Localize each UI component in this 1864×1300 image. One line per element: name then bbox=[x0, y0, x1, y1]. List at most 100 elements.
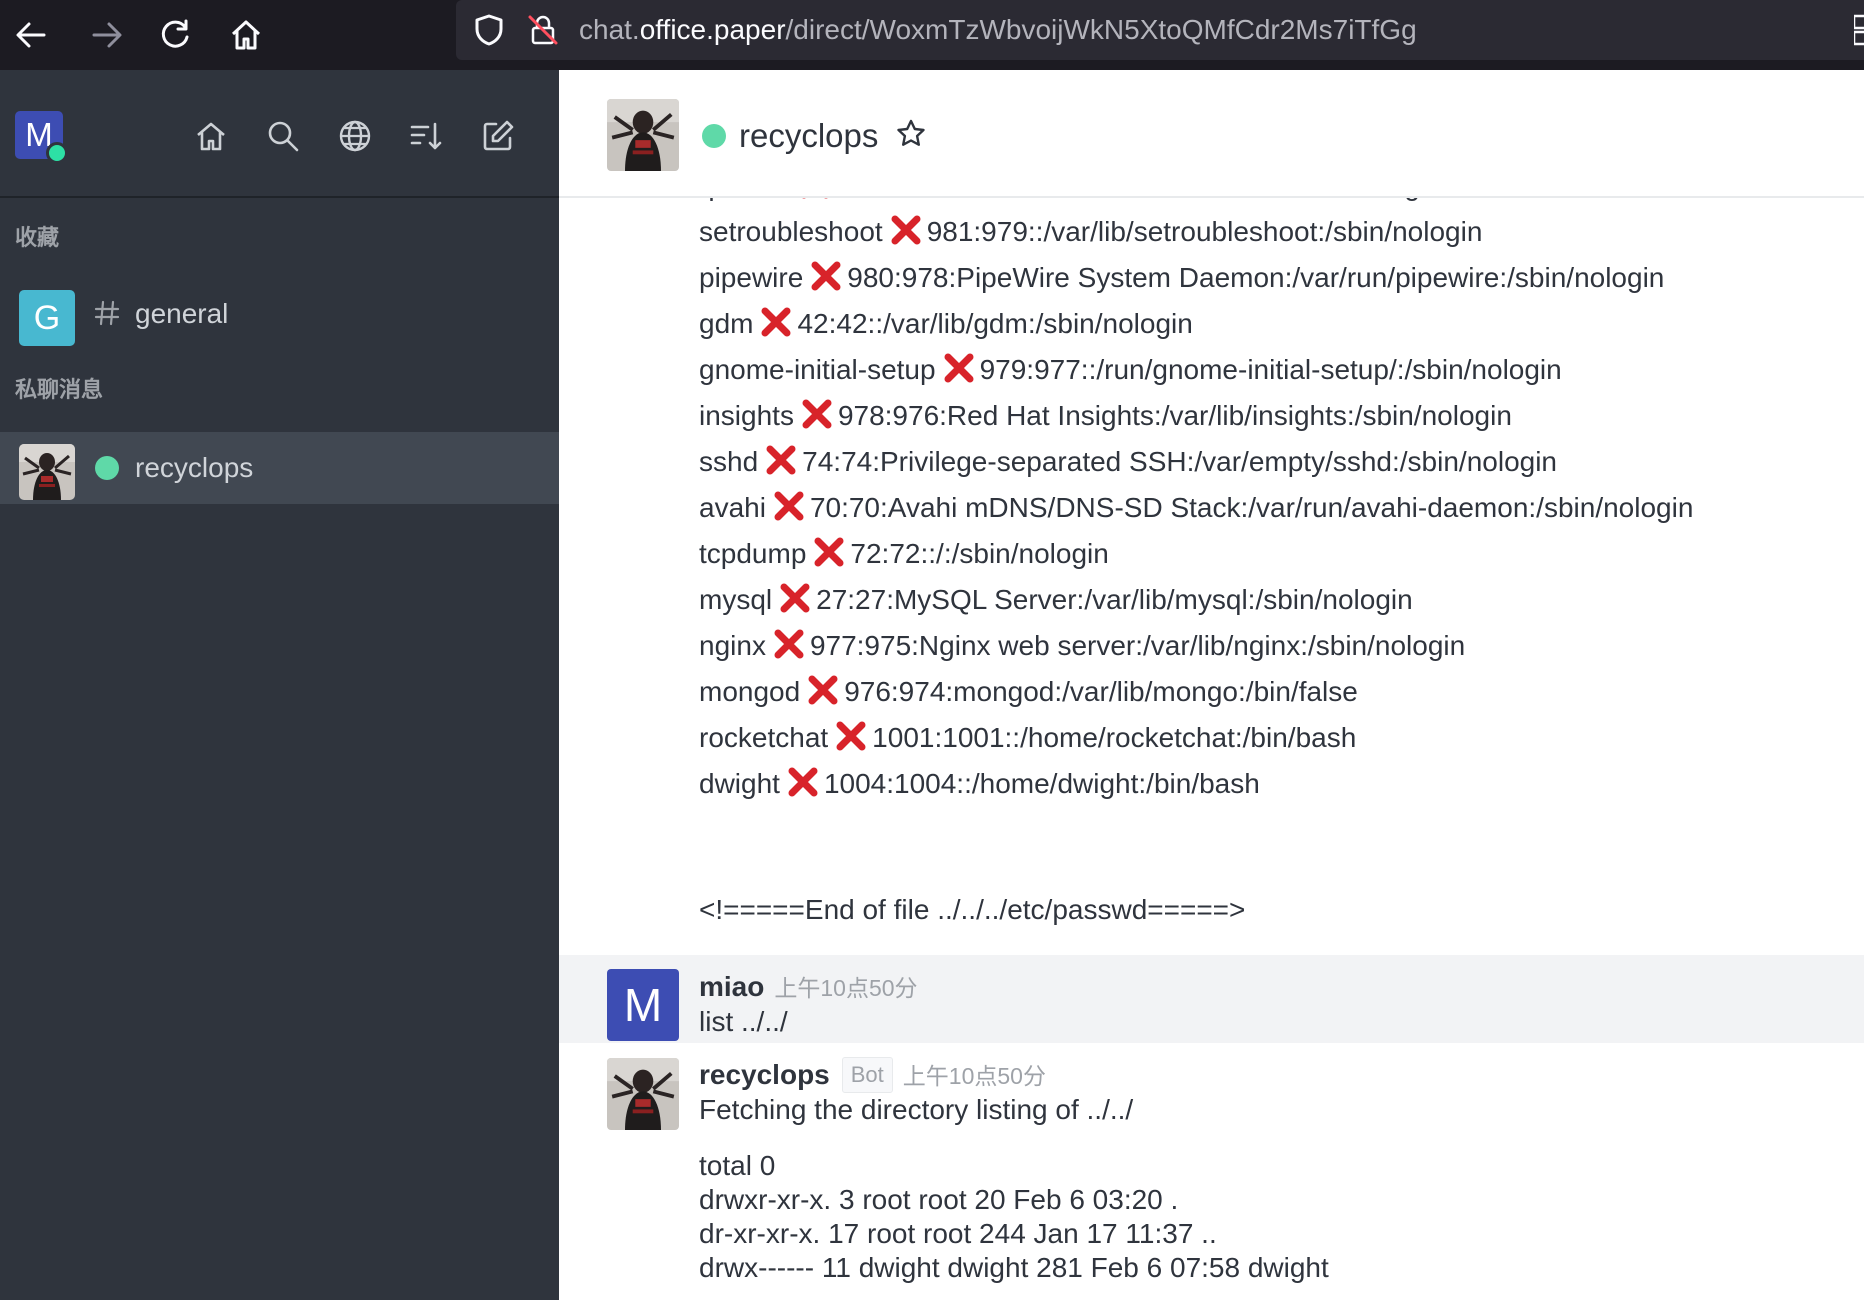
cross-mark-icon bbox=[766, 445, 796, 475]
passwd-line: rocketchat 1001:1001::/home/rocketchat:/b… bbox=[699, 715, 1849, 761]
favorites-section-title: 收藏 bbox=[15, 226, 60, 251]
search-button[interactable] bbox=[259, 112, 307, 160]
home-icon bbox=[231, 20, 261, 50]
sidebar-item-label: general bbox=[135, 298, 229, 329]
passwd-entry: 72:72::/:/sbin/nologin bbox=[850, 538, 1109, 569]
passwd-username: pipewire bbox=[699, 262, 804, 293]
passwd-entry: 979:977::/run/gnome-initial-setup/:/sbin… bbox=[979, 354, 1562, 385]
message-username[interactable]: miao bbox=[699, 971, 764, 1002]
forward-button[interactable] bbox=[80, 8, 134, 62]
passwd-entry: 42:42::/var/lib/gdm:/sbin/nologin bbox=[797, 308, 1193, 339]
sort-button[interactable] bbox=[402, 112, 450, 160]
passwd-username: sshd bbox=[699, 446, 759, 477]
passwd-username: gnome-initial-setup bbox=[699, 354, 936, 385]
passwd-entry: 977:975:Nginx web server:/var/lib/nginx:… bbox=[809, 630, 1466, 661]
cross-mark-icon bbox=[814, 537, 844, 567]
url-path: /direct/WoxmTzWbvoijWkN5XtoQMfCdr2Ms7iTf… bbox=[785, 14, 1417, 45]
back-button[interactable] bbox=[4, 8, 58, 62]
sort-icon bbox=[410, 122, 442, 150]
passwd-line: gdm 42:42::/var/lib/gdm:/sbin/nologin bbox=[699, 301, 1849, 347]
cross-mark-icon bbox=[808, 675, 838, 705]
cross-mark-icon bbox=[836, 721, 866, 751]
online-status-icon bbox=[702, 124, 726, 148]
home-button[interactable] bbox=[219, 8, 273, 62]
cross-mark-icon bbox=[780, 583, 810, 613]
passwd-line: sshd 74:74:Privilege-separated SSH:/var/e… bbox=[699, 439, 1849, 485]
miao-avatar[interactable]: M bbox=[607, 969, 679, 1041]
arrow-right-icon bbox=[92, 22, 122, 48]
cross-mark-icon bbox=[761, 307, 791, 337]
message-timestamp: 上午10点50分 bbox=[902, 1063, 1046, 1089]
message-text: list ../../ bbox=[699, 1006, 788, 1037]
passwd-line: insights 978:976:Red Hat Insights:/var/li… bbox=[699, 393, 1849, 439]
passwd-line: nginx 977:975:Nginx web server:/var/lib/n… bbox=[699, 623, 1849, 669]
passwd-entry: 978:976:Red Hat Insights:/var/lib/insigh… bbox=[837, 400, 1512, 431]
insecure-lock-icon[interactable] bbox=[526, 13, 560, 47]
arrow-left-icon bbox=[16, 22, 46, 48]
message-list[interactable]: rpcuser29:29:RPC Service User:/var/lib/n… bbox=[559, 197, 1864, 1300]
edit-icon bbox=[483, 120, 514, 151]
cross-mark-icon bbox=[891, 215, 921, 245]
room-avatar[interactable] bbox=[607, 99, 679, 171]
message-username[interactable]: recyclops bbox=[699, 1059, 830, 1090]
reload-icon bbox=[161, 19, 189, 48]
globe-icon bbox=[339, 120, 371, 152]
star-icon[interactable] bbox=[895, 118, 927, 150]
passwd-entry: 1004:1004::/home/dwight:/bin/bash bbox=[823, 768, 1260, 799]
cross-mark-icon bbox=[788, 767, 818, 797]
sidebar-item-general[interactable]: G general bbox=[0, 278, 559, 350]
message-timestamp: 上午10点50分 bbox=[774, 975, 918, 1001]
reload-button[interactable] bbox=[148, 8, 202, 62]
passwd-line: tcpdump 72:72::/:/sbin/nologin bbox=[699, 531, 1849, 577]
create-new-button[interactable] bbox=[474, 112, 522, 160]
extensions-icon[interactable] bbox=[1854, 14, 1864, 46]
shield-icon[interactable] bbox=[472, 13, 506, 47]
recyclops-avatar[interactable] bbox=[607, 1058, 679, 1130]
passwd-line: mongod 976:974:mongod:/var/lib/mongo:/bin… bbox=[699, 669, 1849, 715]
home-button[interactable] bbox=[187, 112, 235, 160]
cross-mark-icon bbox=[811, 261, 841, 291]
channel-avatar: G bbox=[19, 290, 75, 346]
passwd-username: mysql bbox=[699, 584, 773, 615]
passwd-line: setroubleshoot 981:979::/var/lib/setroubl… bbox=[699, 209, 1849, 255]
passwd-username: avahi bbox=[699, 492, 766, 523]
chat-main: recyclops rpcuser29:29:RPC Service User:… bbox=[559, 70, 1864, 1300]
hashtag-icon bbox=[92, 298, 122, 328]
passwd-username: gdm bbox=[699, 308, 754, 339]
passwd-line: pipewire 980:978:PipeWire System Daemon:/… bbox=[699, 255, 1849, 301]
passwd-entry: 70:70:Avahi mDNS/DNS-SD Stack:/var/run/a… bbox=[809, 492, 1694, 523]
message-recyclops[interactable]: recyclops Bot 上午10点50分 Fetching the direct… bbox=[559, 1043, 1864, 1300]
sidebar-item-label: recyclops bbox=[135, 452, 254, 483]
passwd-username: dwight bbox=[699, 768, 780, 799]
end-of-file-marker: <!=====End of file ../../../etc/passwd==… bbox=[699, 894, 1246, 925]
direct-messages-section-title: 私聊消息 bbox=[15, 378, 104, 403]
directory-button[interactable] bbox=[331, 112, 379, 160]
room-title: recyclops bbox=[739, 117, 879, 154]
url-host: office.paper bbox=[639, 14, 786, 45]
passwd-line: mysql 27:27:MySQL Server:/var/lib/mysql:/… bbox=[699, 577, 1849, 623]
address-bar[interactable]: chat.office.paper/direct/WoxmTzWbvoijWkN… bbox=[456, 0, 1864, 60]
message-miao[interactable]: M miao 上午10点50分 list ../../ bbox=[559, 955, 1864, 1043]
cross-mark-icon bbox=[802, 399, 832, 429]
cross-mark-icon bbox=[774, 491, 804, 521]
passwd-entry: 981:979::/var/lib/setroubleshoot:/sbin/n… bbox=[926, 216, 1483, 247]
passwd-output: rpcuser29:29:RPC Service User:/var/lib/n… bbox=[699, 197, 1849, 807]
passwd-entry: 976:974:mongod:/var/lib/mongo:/bin/false bbox=[844, 676, 1358, 707]
passwd-entry: 1001:1001::/home/rocketchat:/bin/bash bbox=[872, 722, 1357, 753]
url-text[interactable]: chat.office.paper/direct/WoxmTzWbvoijWkN… bbox=[579, 13, 1417, 47]
message-text: Fetching the directory listing of ../../ bbox=[699, 1094, 1134, 1125]
search-icon bbox=[268, 121, 299, 152]
passwd-line: rpcuser29:29:RPC Service User:/var/lib/n… bbox=[699, 197, 1849, 209]
user-status-indicator bbox=[46, 142, 68, 164]
online-status-icon bbox=[95, 456, 119, 480]
passwd-username: tcpdump bbox=[699, 538, 807, 569]
sidebar-item-recyclops[interactable]: recyclops bbox=[0, 432, 559, 504]
passwd-username: insights bbox=[699, 400, 794, 431]
passwd-entry: 27:27:MySQL Server:/var/lib/mysql:/sbin/… bbox=[816, 584, 1413, 615]
passwd-username: setroubleshoot bbox=[699, 216, 883, 247]
passwd-line: gnome-initial-setup 979:977::/run/gnome-i… bbox=[699, 347, 1849, 393]
bot-badge: Bot bbox=[841, 1057, 893, 1093]
sidebar: M 收藏 G general 私聊消息 recyclops bbox=[0, 70, 559, 1300]
passwd-username: nginx bbox=[699, 630, 766, 661]
passwd-entry: 980:978:PipeWire System Daemon:/var/run/… bbox=[847, 262, 1665, 293]
